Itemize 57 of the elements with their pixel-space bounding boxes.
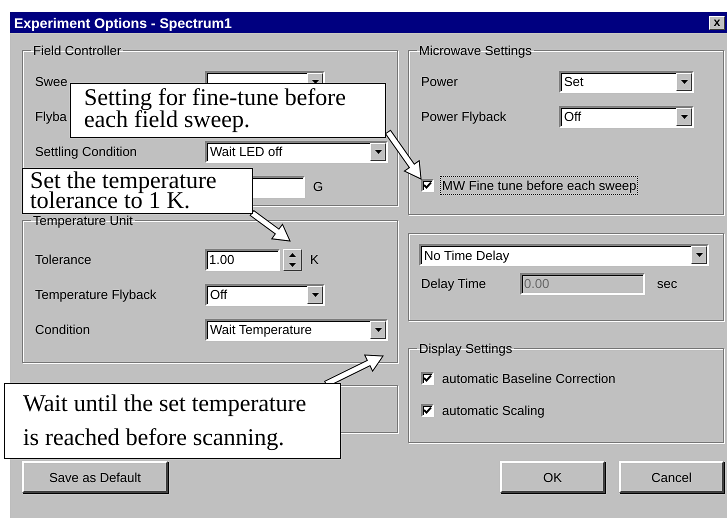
dropdown-button[interactable] bbox=[691, 246, 707, 264]
caret-icon bbox=[680, 114, 688, 118]
field-label: Delay Time bbox=[421, 276, 488, 291]
callout-tooltip: Set the temperature tolerance to 1 K. bbox=[22, 168, 253, 214]
cancel-button[interactable]: Cancel bbox=[619, 461, 724, 493]
unit-label: G bbox=[313, 179, 324, 194]
save-default-button[interactable]: Save as Default bbox=[22, 461, 168, 493]
ok-button[interactable]: OK bbox=[500, 461, 605, 493]
checkbox-label: MW Fine tune before each sweep bbox=[440, 176, 638, 194]
callout-tooltip: Wait until the set temperature is reached before scanning. bbox=[4, 383, 341, 459]
unit-label: sec bbox=[657, 276, 678, 291]
dropdown[interactable]: Off bbox=[205, 284, 325, 306]
dropdown-button[interactable] bbox=[370, 320, 386, 338]
up-arrow-icon bbox=[289, 252, 296, 256]
field-label: Condition bbox=[35, 322, 90, 337]
check-icon bbox=[423, 180, 432, 190]
caret-icon bbox=[374, 328, 382, 332]
close-button[interactable]: x bbox=[709, 16, 725, 30]
caret-icon bbox=[374, 150, 382, 154]
window-title: Experiment Options - Spectrum1 bbox=[14, 14, 232, 30]
spin-button[interactable] bbox=[283, 248, 302, 270]
dropdown[interactable]: Wait Temperature bbox=[205, 318, 388, 340]
dropdown-button[interactable] bbox=[307, 286, 323, 304]
field-label: Tolerance bbox=[35, 252, 92, 267]
field-label: Flyba bbox=[35, 109, 67, 124]
group-title: Microwave Settings bbox=[418, 43, 533, 58]
dropdown-button[interactable] bbox=[676, 72, 692, 90]
group-title: Temperature Unit bbox=[32, 213, 134, 228]
dropdown-button[interactable] bbox=[370, 142, 386, 160]
unit-label: K bbox=[310, 252, 319, 267]
caret-icon bbox=[312, 292, 318, 296]
callout-tooltip: Setting for fine-tune before each field sweep. bbox=[70, 83, 386, 138]
check-icon bbox=[423, 406, 432, 414]
field-label: Power bbox=[421, 74, 458, 89]
down-arrow-icon bbox=[289, 262, 296, 266]
checkbox-label: automatic Scaling bbox=[441, 402, 546, 420]
field-label: Temperature Flyback bbox=[35, 287, 156, 302]
checkbox-label: automatic Baseline Correction bbox=[441, 370, 616, 388]
group-title: Field Controller bbox=[32, 43, 122, 58]
checkbox[interactable] bbox=[421, 404, 434, 416]
dropdown[interactable]: Set bbox=[559, 70, 694, 92]
dropdown[interactable]: No Time Delay bbox=[419, 244, 709, 266]
check-icon bbox=[423, 374, 432, 382]
input-field[interactable]: 1.00 bbox=[205, 248, 280, 270]
group-title: Display Settings bbox=[418, 341, 514, 356]
dropdown-button[interactable] bbox=[676, 108, 692, 126]
caret-icon bbox=[680, 80, 688, 84]
checkbox[interactable] bbox=[421, 372, 434, 384]
field-label: Power Flyback bbox=[421, 109, 506, 124]
checkbox[interactable] bbox=[421, 178, 434, 192]
leader-arrow bbox=[250, 210, 291, 242]
leader-arrow bbox=[384, 130, 422, 180]
dropdown[interactable]: Off bbox=[559, 106, 694, 128]
field-label: Swee bbox=[35, 74, 68, 89]
caret-icon bbox=[696, 253, 702, 257]
dropdown[interactable]: Wait LED off bbox=[205, 140, 388, 162]
field-label: Settling Condition bbox=[35, 144, 137, 159]
